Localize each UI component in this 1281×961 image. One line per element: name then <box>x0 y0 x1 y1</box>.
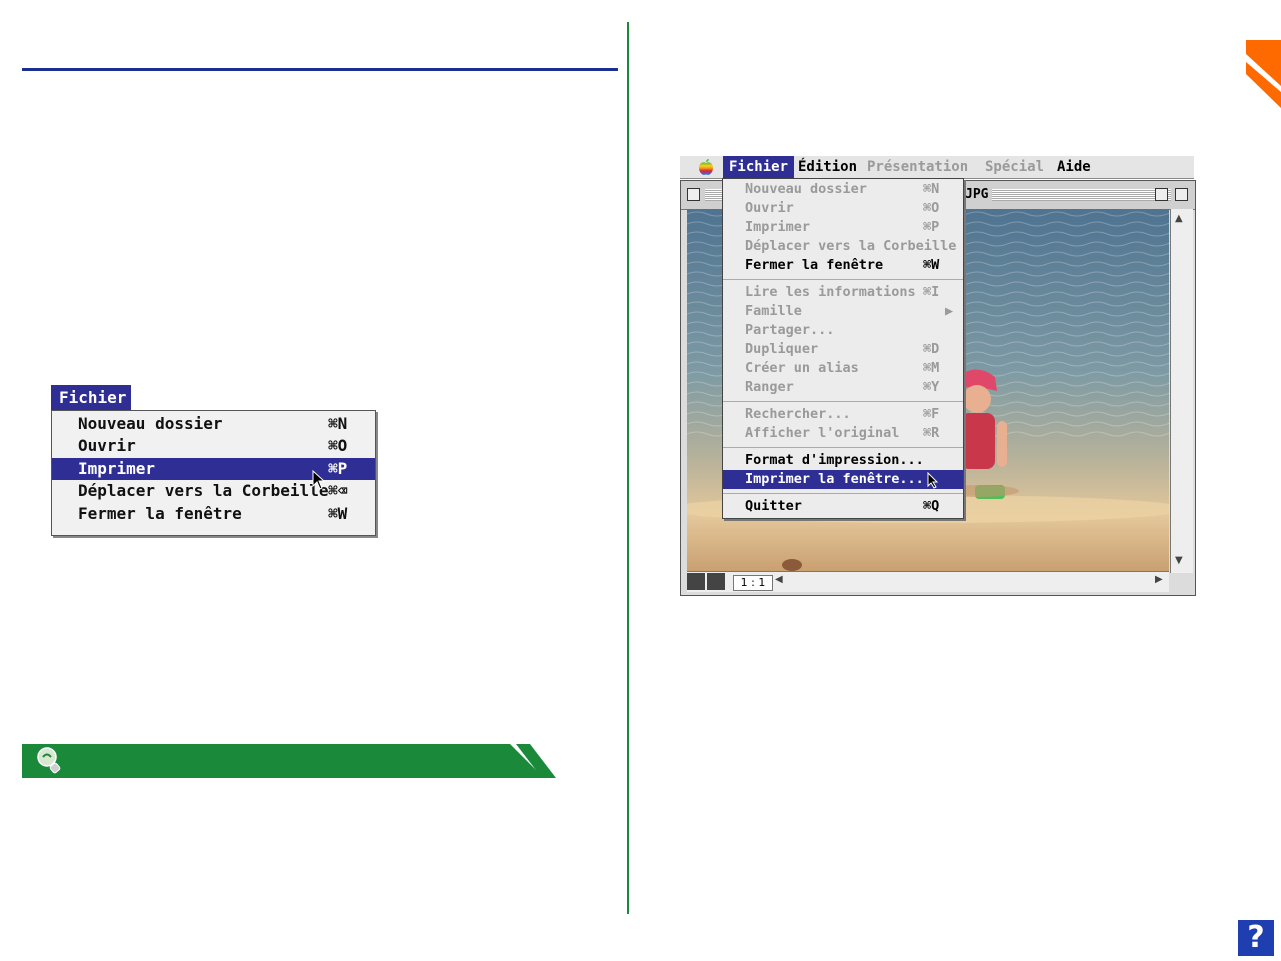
dd-label: Fermer la fenêtre <box>745 257 884 273</box>
menu-separator <box>723 447 963 448</box>
mouse-cursor-icon <box>312 470 326 490</box>
dd-rechercher[interactable]: Rechercher... ⌘F <box>723 405 963 424</box>
menu-item-shortcut: ⌘W <box>328 504 348 523</box>
dd-shortcut: ⌘P <box>923 219 940 235</box>
close-box-icon[interactable] <box>687 188 700 201</box>
dd-lire-informations[interactable]: Lire les informations ⌘I <box>723 283 963 302</box>
dd-shortcut: ⌘R <box>923 425 940 441</box>
dd-label: Rechercher... <box>745 406 851 422</box>
scroll-up-arrow-icon[interactable]: ▲ <box>1175 213 1183 224</box>
tip-banner <box>22 744 556 778</box>
dd-label: Nouveau dossier <box>745 181 867 197</box>
menu-item-label: Déplacer vers la Corbeille <box>78 481 329 500</box>
column-divider <box>627 22 629 914</box>
menu-item-label: Fermer la fenêtre <box>78 504 242 523</box>
fichier-menu-snippet: Nouveau dossier ⌘N Ouvrir ⌘O Imprimer ⌘P… <box>51 410 376 536</box>
dd-format-impression[interactable]: Format d'impression... <box>723 451 963 470</box>
submenu-arrow-icon: ▶ <box>945 303 954 319</box>
dd-label: Afficher l'original <box>745 425 900 441</box>
dd-label: Lire les informations <box>745 284 916 300</box>
menu-special[interactable]: Spécial <box>985 156 1044 178</box>
dd-label: Format d'impression... <box>745 452 924 468</box>
dd-shortcut: ⌘Y <box>923 379 940 395</box>
chapter-tab[interactable] <box>1246 40 1281 108</box>
dd-label: Famille <box>745 303 802 319</box>
window-title: JPG <box>961 184 993 206</box>
menu-presentation[interactable]: Présentation <box>867 156 968 178</box>
dd-label: Quitter <box>745 498 802 514</box>
menu-item-ouvrir[interactable]: Ouvrir ⌘O <box>52 435 375 457</box>
dd-shortcut: ⌘M <box>923 360 940 376</box>
help-button[interactable]: ? <box>1238 920 1274 956</box>
dd-label: Dupliquer <box>745 341 819 357</box>
horizontal-scrollbar[interactable]: 1 : 1 ◀ ▶ <box>687 571 1169 592</box>
dd-shortcut: ⌘N <box>923 181 940 197</box>
menubar: Fichier Édition Présentation Spécial Aid… <box>680 156 1194 179</box>
dd-shortcut: ⌘O <box>923 200 940 216</box>
collapse-box-icon[interactable] <box>1175 188 1188 201</box>
dd-dupliquer[interactable]: Dupliquer ⌘D <box>723 340 963 359</box>
dd-shortcut: ⌘D <box>923 341 940 357</box>
scroll-left-arrow-icon[interactable]: ◀ <box>775 574 783 585</box>
fichier-dropdown: Nouveau dossier ⌘N Ouvrir ⌘O Imprimer ⌘P… <box>722 178 964 519</box>
menu-item-label: Imprimer <box>78 459 156 478</box>
dd-shortcut: ⌘F <box>923 406 940 422</box>
dd-label: Créer un alias <box>745 360 859 376</box>
dd-label: Imprimer la fenêtre... <box>745 471 924 487</box>
menu-separator <box>723 493 963 494</box>
menu-item-shortcut: ⌘O <box>328 436 348 455</box>
dd-afficher-original[interactable]: Afficher l'original ⌘R <box>723 424 963 443</box>
dd-label: Imprimer <box>745 219 811 235</box>
dd-label: Partager... <box>745 322 835 338</box>
dd-ranger[interactable]: Ranger ⌘Y <box>723 378 963 397</box>
dd-label: Déplacer vers la Corbeille <box>745 238 957 254</box>
scroll-down-arrow-icon[interactable]: ▼ <box>1175 555 1183 566</box>
zoom-box-icon[interactable] <box>1155 188 1168 201</box>
dd-imprimer[interactable]: Imprimer ⌘P <box>723 218 963 237</box>
menu-edition[interactable]: Édition <box>798 156 857 178</box>
dd-ouvrir[interactable]: Ouvrir ⌘O <box>723 199 963 218</box>
dd-nouveau-dossier[interactable]: Nouveau dossier ⌘N <box>723 180 963 199</box>
vertical-scrollbar[interactable]: ▲ ▼ <box>1170 209 1193 573</box>
menu-fichier[interactable]: Fichier <box>723 156 795 178</box>
scroll-right-arrow-icon[interactable]: ▶ <box>1155 574 1163 585</box>
zoom-out-icon[interactable] <box>687 573 705 590</box>
menu-item-label: Nouveau dossier <box>78 414 223 433</box>
dd-label: Ranger <box>745 379 794 395</box>
header-rule <box>22 68 618 71</box>
zoom-level: 1 : 1 <box>733 575 773 591</box>
menu-item-deplacer-corbeille[interactable]: Déplacer vers la Corbeille ⌘⌫ <box>52 480 375 502</box>
menu-item-fermer-fenetre[interactable]: Fermer la fenêtre ⌘W <box>52 503 375 525</box>
menu-item-shortcut: ⌘P <box>328 459 348 478</box>
zoom-in-icon[interactable] <box>707 573 725 590</box>
dd-quitter[interactable]: Quitter ⌘Q <box>723 497 963 516</box>
dd-famille[interactable]: Famille ▶ <box>723 302 963 321</box>
dd-partager[interactable]: Partager... <box>723 321 963 340</box>
dd-shortcut: ⌘W <box>923 257 940 273</box>
dd-deplacer-corbeille[interactable]: Déplacer vers la Corbeille <box>723 237 963 256</box>
dd-fermer-fenetre[interactable]: Fermer la fenêtre ⌘W <box>723 256 963 275</box>
dd-label: Ouvrir <box>745 200 794 216</box>
apple-logo-icon[interactable] <box>698 156 714 178</box>
menu-item-nouveau-dossier[interactable]: Nouveau dossier ⌘N <box>52 413 375 435</box>
dd-shortcut: ⌘Q <box>923 498 940 514</box>
menu-aide[interactable]: Aide <box>1057 156 1091 178</box>
mouse-cursor-icon <box>927 472 939 489</box>
dd-imprimer-fenetre[interactable]: Imprimer la fenêtre... <box>723 470 963 489</box>
menu-item-imprimer[interactable]: Imprimer ⌘P <box>52 458 375 480</box>
fichier-menu-title[interactable]: Fichier <box>51 385 131 410</box>
menu-separator <box>723 279 963 280</box>
menu-item-shortcut: ⌘N <box>328 414 348 433</box>
menu-separator <box>723 401 963 402</box>
dd-shortcut: ⌘I <box>923 284 940 300</box>
menu-item-label: Ouvrir <box>78 436 136 455</box>
dd-creer-alias[interactable]: Créer un alias ⌘M <box>723 359 963 378</box>
menu-item-shortcut: ⌘⌫ <box>328 481 348 500</box>
